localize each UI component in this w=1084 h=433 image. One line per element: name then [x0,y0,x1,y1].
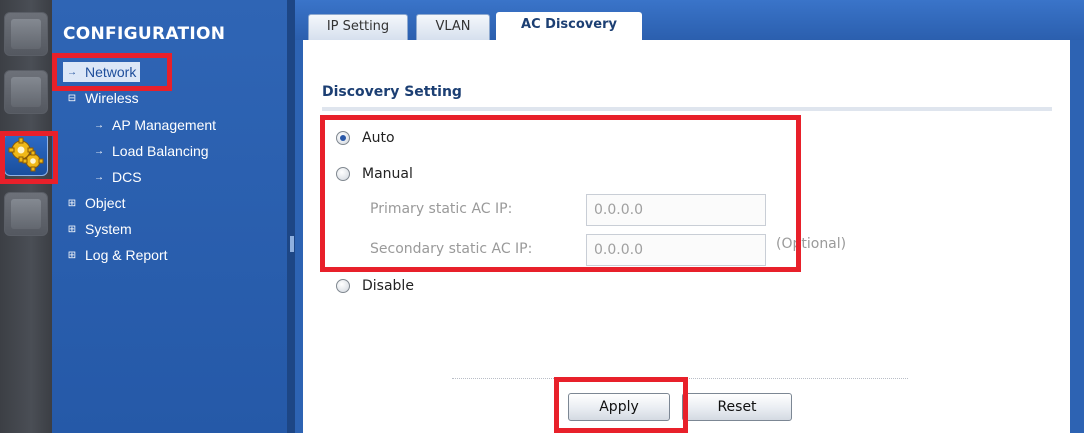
arrow-icon: → [94,171,104,183]
sidebar-item-network[interactable]: → Network [63,62,141,82]
splitter-grip-icon[interactable] [290,236,294,252]
sidebar-item-dcs[interactable]: → DCS [92,167,142,187]
apply-button[interactable]: Apply [568,393,670,421]
sidebar-title: CONFIGURATION [63,24,226,44]
arrow-icon: → [94,145,104,157]
sidebar-item-wireless[interactable]: ⊟ Wireless [65,88,139,108]
optional-note: (Optional) [776,236,847,252]
sidebar: CONFIGURATION → Network ⊟ Wireless → AP … [52,0,289,433]
radio-disable-label: Disable [362,278,414,294]
primary-ac-ip-input[interactable] [586,194,766,226]
collapse-icon: ⊟ [67,92,77,104]
configuration-gears-icon[interactable] [4,132,48,176]
maintenance-icon[interactable] [4,192,48,236]
tab-ip-setting[interactable]: IP Setting [308,14,408,40]
radio-unchecked-icon[interactable] [336,167,350,181]
section-title: Discovery Setting [322,84,462,100]
main-area: IP Setting VLAN AC Discovery Discovery S… [295,0,1084,433]
sidebar-item-load-balancing[interactable]: → Load Balancing [92,141,209,161]
expand-icon: ⊞ [67,223,77,235]
radio-manual-label: Manual [362,166,413,182]
sidebar-item-label: Wireless [85,90,139,106]
tab-vlan[interactable]: VLAN [416,14,490,40]
secondary-ac-ip-label: Secondary static AC IP: [370,241,533,257]
sidebar-item-label: System [85,221,132,237]
sidebar-item-label: Object [85,195,126,211]
tab-ac-discovery[interactable]: AC Discovery [496,12,642,42]
radio-auto-label: Auto [362,130,395,146]
sidebar-item-label: Load Balancing [112,143,209,159]
arrow-icon: → [67,66,77,78]
expand-icon: ⊞ [67,197,77,209]
monitor-icon[interactable] [4,12,48,56]
radio-disable[interactable]: Disable [336,278,414,294]
radio-manual[interactable]: Manual [336,166,413,182]
secondary-ac-ip-input[interactable] [586,234,766,266]
sidebar-item-system[interactable]: ⊞ System [65,219,132,239]
sidebar-item-ap-management[interactable]: → AP Management [92,115,216,135]
sidebar-item-log-report[interactable]: ⊞ Log & Report [65,245,168,265]
reset-button[interactable]: Reset [682,393,792,421]
sidebar-item-label: DCS [112,169,142,185]
content-panel: Discovery Setting Auto Manual Primary st… [303,40,1070,433]
primary-ac-ip-label: Primary static AC IP: [370,201,513,217]
button-separator [452,378,908,379]
radio-auto[interactable]: Auto [336,130,395,146]
radio-unchecked-icon[interactable] [336,279,350,293]
tab-bar: IP Setting VLAN AC Discovery [295,0,1084,42]
section-divider [322,107,1052,111]
icon-rail [0,0,52,433]
radio-checked-icon[interactable] [336,131,350,145]
expand-icon: ⊞ [67,249,77,261]
sidebar-item-object[interactable]: ⊞ Object [65,193,126,213]
dashboard-icon[interactable] [4,70,48,114]
sidebar-item-label: AP Management [112,117,217,133]
arrow-icon: → [94,119,104,131]
sidebar-item-label: Log & Report [85,247,168,263]
sidebar-item-label: Network [85,64,137,80]
